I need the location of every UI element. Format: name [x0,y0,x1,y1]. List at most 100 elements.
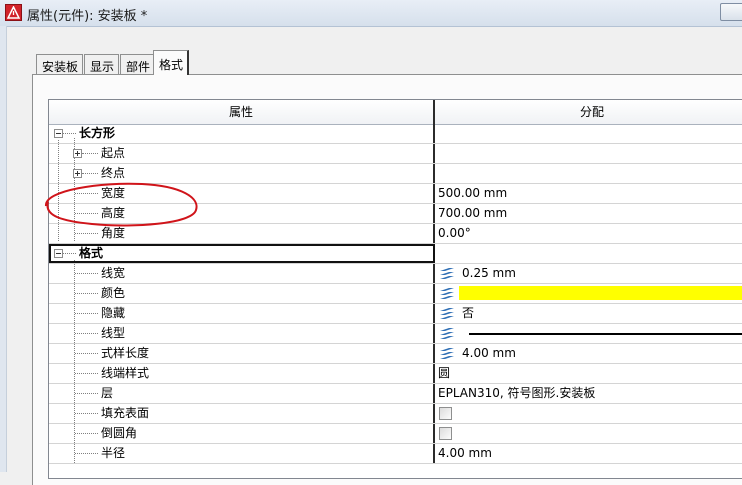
value-cell[interactable]: EPLAN310, 符号图形.安装板 [435,384,742,403]
title-bar: 属性(元件): 安装板 * [0,0,742,27]
property-row-height[interactable]: 高度 700.00 mm [49,204,742,224]
tree-connector [75,333,98,335]
property-cell: 角度 [49,224,435,243]
tab-format[interactable]: 格式 [153,50,190,75]
layer-stack-icon[interactable] [439,307,455,320]
tab-parts[interactable]: 部件 [120,54,156,74]
fill-surface-checkbox[interactable] [439,407,452,420]
property-cell: 半径 [49,444,435,463]
property-cell: 线型 [49,324,435,343]
tab-label: 格式 [159,58,184,72]
value-cell[interactable]: 否 [435,304,742,323]
line-type-preview [469,333,742,335]
group-row-format[interactable]: 格式 [49,244,742,264]
property-row-end-point[interactable]: 终点 [49,164,742,184]
value-text: 否 [462,306,475,320]
tree-connector [75,293,98,295]
property-cell: 终点 [49,164,435,183]
expand-icon[interactable] [73,169,82,178]
property-cell: 长方形 [49,124,435,143]
property-cell: 填充表面 [49,404,435,423]
tree-connector [75,213,98,215]
value-cell [435,244,742,263]
value-cell[interactable]: 4.00 mm [435,444,742,463]
value-cell[interactable]: 4.00 mm [435,344,742,363]
selection-outline [49,244,435,263]
color-swatch[interactable] [459,286,742,300]
window-frame [0,26,7,472]
tree-connector [82,173,98,175]
expand-icon[interactable] [73,149,82,158]
property-cell: 颜色 [49,284,435,303]
property-cell: 隐藏 [49,304,435,323]
property-label: 填充表面 [101,406,150,420]
property-row-rounded-corners[interactable]: 倒圆角 [49,424,742,444]
collapse-icon[interactable] [54,249,63,258]
layer-stack-icon[interactable] [439,347,455,360]
property-row-radius[interactable]: 半径 4.00 mm [49,444,742,464]
property-label: 线宽 [101,266,126,280]
value-cell[interactable]: 700.00 mm [435,204,742,223]
property-label: 高度 [101,206,126,220]
value-cell[interactable] [435,144,742,163]
property-label: 层 [101,386,114,400]
property-grid: 属性 分配 长方形 起点 终点 宽度 500.00 mm 高度 700.00 m… [48,99,742,479]
tree-connector [82,153,98,155]
property-row-start-point[interactable]: 起点 [49,144,742,164]
layer-stack-icon[interactable] [439,327,455,340]
rounded-corners-checkbox[interactable] [439,427,452,440]
value-cell[interactable] [435,324,742,343]
property-row-fill-surface[interactable]: 填充表面 [49,404,742,424]
value-text: 0.25 mm [462,266,516,280]
tree-connector [75,413,98,415]
close-window-button[interactable] [720,3,742,21]
tree-connector [75,193,98,195]
property-label: 线端样式 [101,366,150,380]
tree-connector [63,253,76,255]
value-cell[interactable]: 圆 [435,364,742,383]
column-header-property[interactable]: 属性 [49,100,435,124]
property-label: 宽度 [101,186,126,200]
tab-display[interactable]: 显示 [84,54,120,74]
value-cell[interactable]: 500.00 mm [435,184,742,203]
tree-connector [63,133,76,135]
layer-stack-icon[interactable] [439,267,455,280]
property-label: 倒圆角 [101,426,138,440]
value-cell[interactable]: 0.00° [435,224,742,243]
property-label: 颜色 [101,286,126,300]
property-row-layer[interactable]: 层 EPLAN310, 符号图形.安装板 [49,384,742,404]
layer-stack-icon[interactable] [439,287,455,300]
tree-connector [75,273,98,275]
tree-connector [75,233,98,235]
property-cell: 式样长度 [49,344,435,363]
property-row-width[interactable]: 宽度 500.00 mm [49,184,742,204]
property-cell: 倒圆角 [49,424,435,443]
property-cell: 层 [49,384,435,403]
property-row-pattern-length[interactable]: 式样长度 4.00 mm [49,344,742,364]
property-row-color[interactable]: 颜色 [49,284,742,304]
property-cell: 线宽 [49,264,435,283]
tab-label: 部件 [126,60,151,74]
property-cell: 高度 [49,204,435,223]
property-label: 格式 [79,246,104,260]
property-row-angle[interactable]: 角度 0.00° [49,224,742,244]
value-cell[interactable] [435,164,742,183]
property-row-hidden[interactable]: 隐藏 否 [49,304,742,324]
property-row-line-width[interactable]: 线宽 0.25 mm [49,264,742,284]
tab-label: 安装板 [42,60,79,74]
value-cell[interactable] [435,284,742,303]
value-text: 4.00 mm [462,346,516,360]
value-cell [435,424,742,443]
tree-connector [75,313,98,315]
tab-mounting-plate[interactable]: 安装板 [36,54,84,74]
tree-connector [75,453,98,455]
value-cell[interactable]: 0.25 mm [435,264,742,283]
tree-connector [75,373,98,375]
property-label: 隐藏 [101,306,126,320]
property-row-line-end-style[interactable]: 线端样式 圆 [49,364,742,384]
column-header-value[interactable]: 分配 [435,100,742,124]
group-row-rectangle[interactable]: 长方形 [49,124,742,144]
property-row-line-type[interactable]: 线型 [49,324,742,344]
eplan-app-icon [5,4,22,21]
collapse-icon[interactable] [54,129,63,138]
